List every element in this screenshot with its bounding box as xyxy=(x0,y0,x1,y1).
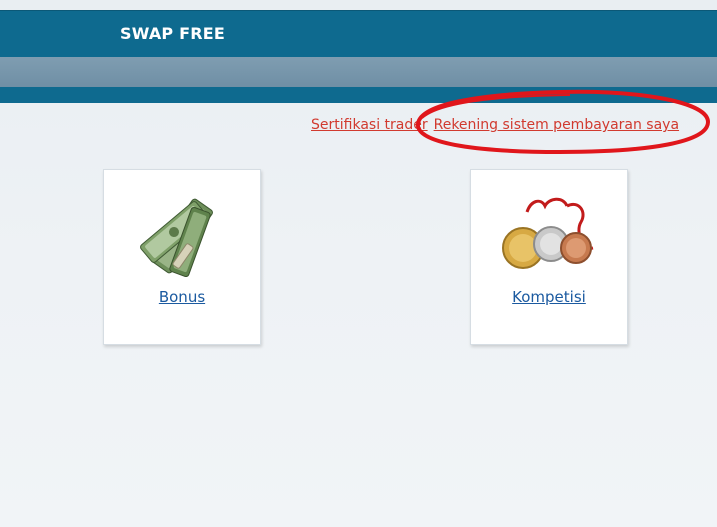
bonus-link[interactable]: Bonus xyxy=(104,288,260,306)
bonus-tile[interactable]: Bonus xyxy=(103,169,261,345)
annotation-circle xyxy=(416,89,711,155)
header-bar: SWAP FREE xyxy=(0,10,717,58)
kompetisi-tile[interactable]: Kompetisi xyxy=(470,169,628,345)
page-frame: SWAP FREE Sertifikasi trader Rekening sis… xyxy=(0,0,717,527)
subheader-bar xyxy=(0,57,717,87)
money-icon xyxy=(140,198,213,278)
kompetisi-link[interactable]: Kompetisi xyxy=(471,288,627,306)
page-title: SWAP FREE xyxy=(120,24,226,43)
medals-icon xyxy=(502,197,594,269)
